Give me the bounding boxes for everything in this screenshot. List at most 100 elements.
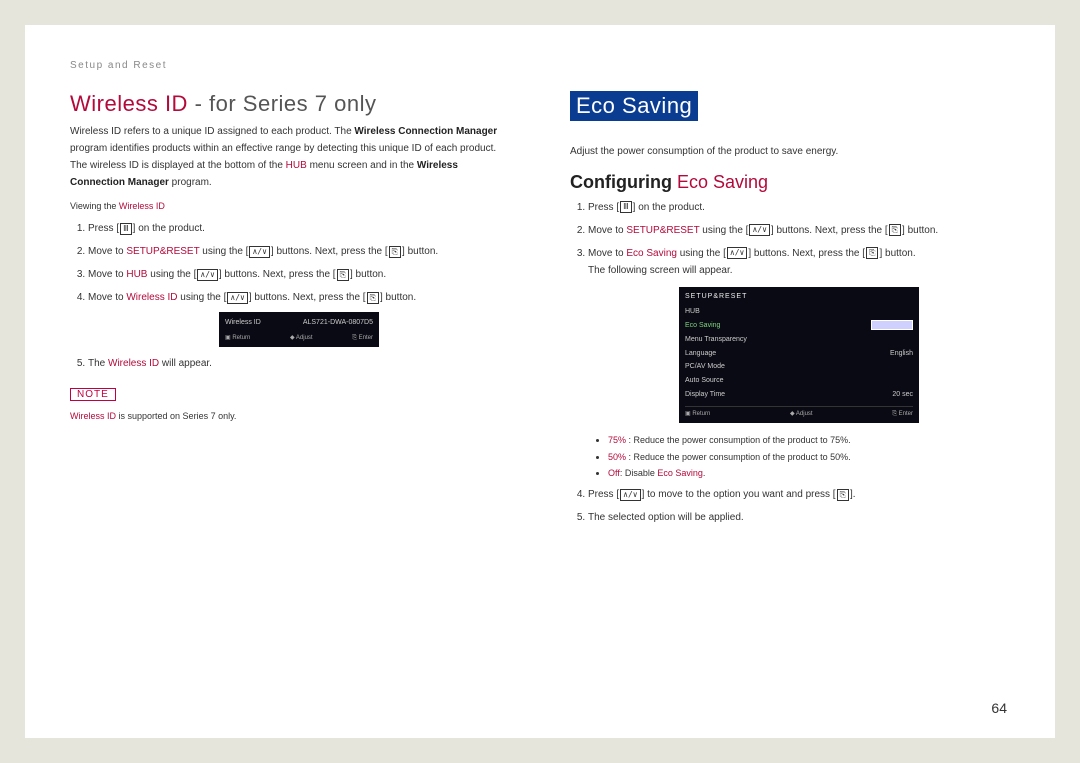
step-2: Move to SETUP&RESET using the [∧/∨] butt…	[588, 222, 1010, 239]
text: using the [	[177, 292, 226, 303]
text-hl: Eco Saving	[626, 248, 677, 259]
osd-item: PC/AV Mode	[685, 361, 725, 373]
text: program.	[169, 177, 212, 188]
updown-icon: ∧/∨	[249, 246, 269, 258]
text: Move to	[588, 225, 626, 236]
step-4: Move to Wireless ID using the [∧/∨] butt…	[88, 289, 510, 347]
text: using the [	[677, 248, 726, 259]
updown-icon: ∧/∨	[727, 247, 747, 259]
text: : Disable	[620, 468, 658, 478]
text: Move to	[88, 269, 126, 280]
viewing-label: Viewing the Wireless ID	[70, 199, 510, 214]
text-hl: Wireless ID	[108, 358, 159, 369]
text-hl: 50%	[608, 452, 626, 462]
text: Configuring	[570, 172, 677, 192]
osd-value: 20 sec	[892, 389, 913, 401]
intro-paragraph: Wireless ID refers to a unique ID assign…	[70, 123, 510, 191]
text-hl: HUB	[126, 269, 147, 280]
left-column: Wireless ID - for Series 7 only Wireless…	[70, 91, 510, 532]
text: using the [	[700, 225, 749, 236]
step-1: Press [Ⅲ] on the product.	[88, 220, 510, 237]
page-number: 64	[991, 700, 1007, 716]
text-hl: Eco Saving	[657, 468, 703, 478]
text: ] buttons. Next, press the [	[771, 225, 888, 236]
step-3: Move to Eco Saving using the [∧/∨ ] butto…	[588, 245, 1010, 480]
text-hl: 75%	[608, 435, 626, 445]
osd-item: HUB	[685, 306, 700, 318]
text: : Reduce the power consumption of the pr…	[626, 452, 851, 462]
text-hl: Wireless ID	[70, 411, 116, 421]
text: ] button.	[879, 248, 915, 259]
osd-item: Menu Transparency	[685, 334, 747, 346]
menu-icon: Ⅲ	[620, 201, 632, 213]
note-badge: NOTE	[70, 388, 116, 401]
text: ] buttons. Next, press the [	[271, 246, 388, 257]
text: ] buttons. Next, press the [	[249, 292, 366, 303]
osd-footer-enter: ⎘ Enter	[352, 333, 373, 343]
heading-eco-saving-box: Eco Saving	[570, 91, 698, 121]
text: Move to	[88, 292, 126, 303]
eco-intro: Adjust the power consumption of the prod…	[570, 143, 1010, 160]
text: ] button.	[380, 292, 416, 303]
note-text: Wireless ID is supported on Series 7 onl…	[70, 409, 510, 424]
enter-icon: ⎘	[337, 269, 349, 281]
bullet-75: 75% : Reduce the power consumption of th…	[608, 433, 1010, 447]
osd-footer-adjust: ◆ Adjust	[790, 409, 813, 419]
updown-icon: ∧/∨	[620, 489, 640, 501]
text: : Reduce the power consumption of the pr…	[626, 435, 851, 445]
enter-icon: ⎘	[837, 489, 849, 501]
step-5: The selected option will be applied.	[588, 509, 1010, 526]
text: The following screen will appear.	[588, 265, 733, 276]
osd-item: Display Time	[685, 389, 725, 401]
text: Move to	[88, 246, 126, 257]
text: Press [	[88, 223, 119, 234]
heading-accent: Wireless ID	[70, 91, 188, 116]
text: ] buttons. Next, press the [	[219, 269, 336, 280]
enter-icon: ⎘	[866, 247, 878, 259]
osd-footer-enter: ⎘ Enter	[892, 409, 913, 419]
osd-screenshot-setup-reset: SETUP&RESET HUB Eco Saving Menu Transpar…	[679, 287, 919, 423]
step-1: Press [Ⅲ] on the product.	[588, 199, 1010, 216]
text-hl: Eco Saving	[677, 172, 768, 192]
osd-value: English	[890, 348, 913, 360]
updown-icon: ∧/∨	[749, 224, 769, 236]
updown-icon: ∧/∨	[197, 269, 217, 281]
text-hl: Wireless ID	[126, 292, 177, 303]
enter-icon: ⎘	[889, 224, 901, 236]
text: Move to	[588, 248, 626, 259]
osd-footer-return: ▣ Return	[225, 333, 250, 343]
text-hl: SETUP&RESET	[626, 225, 699, 236]
text: ] on the product.	[133, 223, 205, 234]
text-hl: HUB	[286, 160, 307, 171]
menu-icon: Ⅲ	[120, 223, 132, 235]
osd-footer-return: ▣ Return	[685, 409, 710, 419]
heading-configuring: Configuring Eco Saving	[570, 172, 1010, 193]
steps-list-left: Press [Ⅲ] on the product. Move to SETUP&…	[70, 220, 510, 372]
text: is supported on Series 7 only.	[116, 411, 236, 421]
text: ] button.	[350, 269, 386, 280]
osd-label: Wireless ID	[225, 317, 261, 329]
osd-item: Auto Source	[685, 375, 724, 387]
option-bullets: 75% : Reduce the power consumption of th…	[588, 433, 1010, 480]
step-2: Move to SETUP&RESET using the [∧/∨] butt…	[88, 243, 510, 260]
osd-title: SETUP&RESET	[685, 291, 913, 303]
step-4: Press [∧/∨] to move to the option you wa…	[588, 486, 1010, 503]
text: using the [	[147, 269, 196, 280]
text: ].	[850, 489, 856, 500]
heading-wireless-id: Wireless ID - for Series 7 only	[70, 91, 510, 117]
enter-icon: ⎘	[389, 246, 401, 258]
text: ] on the product.	[633, 202, 705, 213]
heading-rest: - for Series 7 only	[188, 91, 377, 116]
step-3: Move to HUB using the [∧/∨] buttons. Nex…	[88, 266, 510, 283]
text: ] to move to the option you want and pre…	[642, 489, 836, 500]
osd-footer-adjust: ◆ Adjust	[290, 333, 313, 343]
steps-list-right: Press [Ⅲ] on the product. Move to SETUP&…	[570, 199, 1010, 526]
osd-screenshot-wireless-id: Wireless IDALS721-DWA-0807D5 ▣ Return ◆ …	[219, 312, 379, 347]
osd-item: Language	[685, 348, 716, 360]
updown-icon: ∧/∨	[227, 292, 247, 304]
text: Wireless ID refers to a unique ID assign…	[70, 126, 354, 137]
text: will appear.	[159, 358, 212, 369]
breadcrumb: Setup and Reset	[70, 60, 1010, 71]
text-hl: Wireless ID	[119, 201, 165, 211]
text: Press [	[588, 489, 619, 500]
